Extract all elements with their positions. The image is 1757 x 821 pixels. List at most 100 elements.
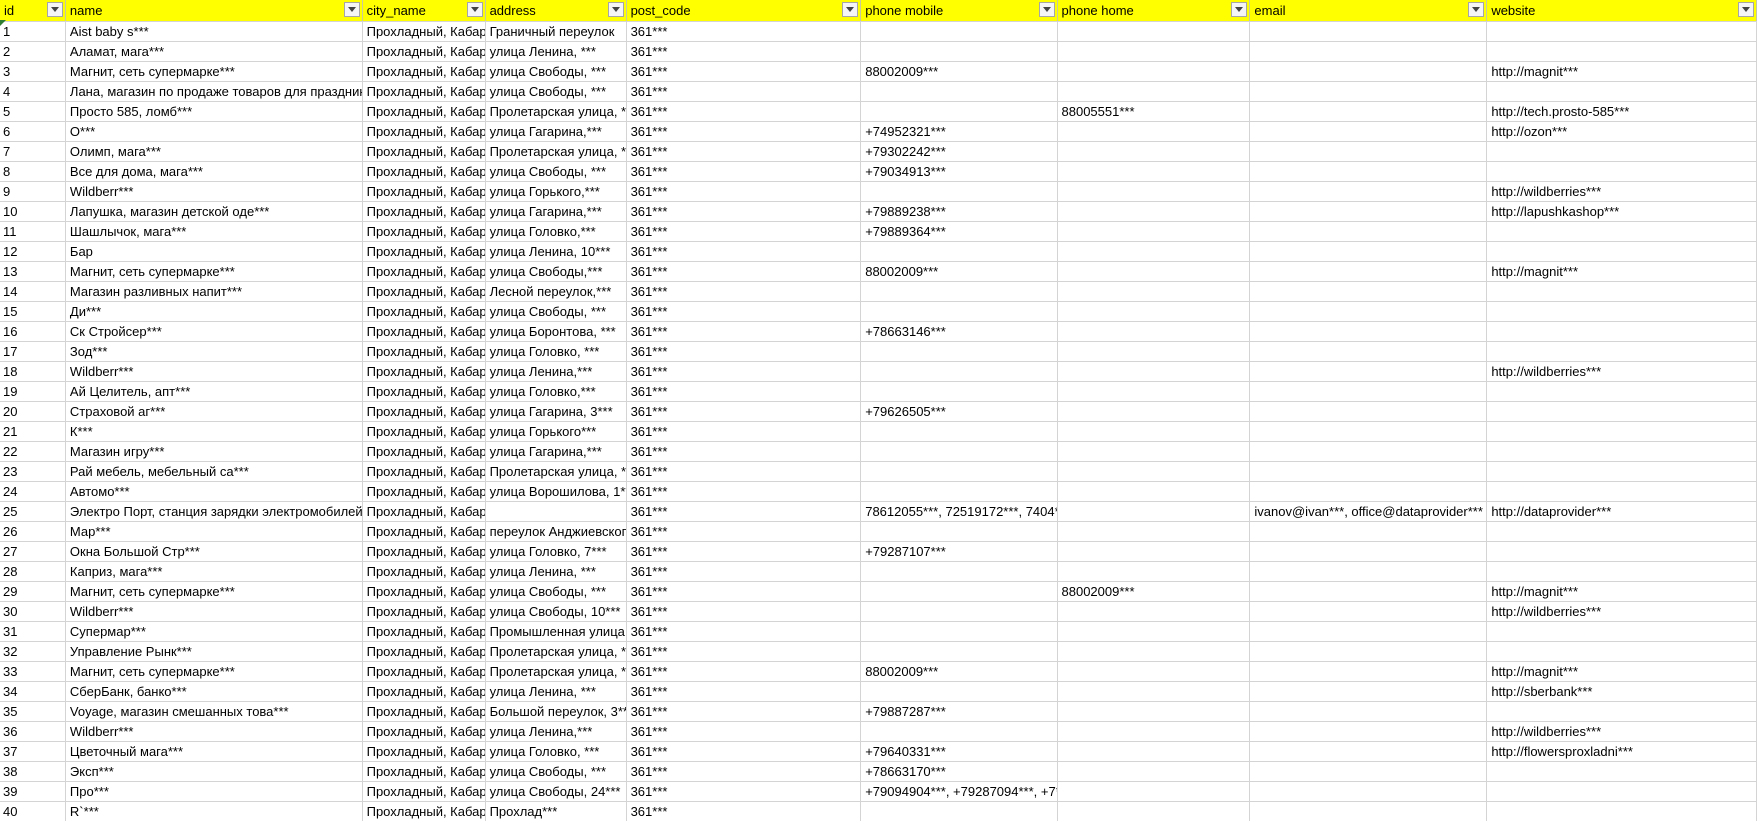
cell-phone-home[interactable] [1057, 401, 1251, 422]
cell-name[interactable]: Зод*** [65, 341, 363, 362]
cell-phone-home[interactable] [1057, 441, 1251, 462]
cell-id[interactable]: 34 [0, 681, 66, 702]
cell-phone-home[interactable] [1057, 781, 1251, 802]
cell-phone-mobile[interactable]: 88002009*** [860, 661, 1058, 682]
column-header-email[interactable]: email [1249, 0, 1488, 22]
cell-email[interactable] [1249, 201, 1488, 222]
cell-id[interactable]: 12 [0, 241, 66, 262]
cell-phone-mobile[interactable] [860, 421, 1058, 442]
cell-id[interactable]: 27 [0, 541, 66, 562]
cell-address[interactable]: улица Свободы, *** [485, 761, 627, 782]
cell-website[interactable] [1486, 21, 1757, 42]
cell-email[interactable] [1249, 561, 1488, 582]
cell-name[interactable]: Магнит, сеть супермарке*** [65, 581, 363, 602]
cell-id[interactable]: 9 [0, 181, 66, 202]
cell-post_code[interactable]: 361*** [626, 181, 862, 202]
cell-id[interactable]: 23 [0, 461, 66, 482]
cell-phone-mobile[interactable]: +79302242*** [860, 141, 1058, 162]
cell-website[interactable] [1486, 321, 1757, 342]
cell-id[interactable]: 11 [0, 221, 66, 242]
cell-name[interactable]: Бар [65, 241, 363, 262]
cell-website[interactable]: http://magnit*** [1486, 61, 1757, 82]
cell-id[interactable]: 21 [0, 421, 66, 442]
column-header-website[interactable]: website [1486, 0, 1757, 22]
cell-phone-home[interactable] [1057, 381, 1251, 402]
cell-website[interactable] [1486, 541, 1757, 562]
cell-name[interactable]: Просто 585, ломб*** [65, 101, 363, 122]
cell-website[interactable]: http://sberbank*** [1486, 681, 1757, 702]
cell-city_name[interactable]: Прохладный, Кабардино-Балкарская Республ… [362, 81, 486, 102]
cell-id[interactable]: 31 [0, 621, 66, 642]
cell-phone-mobile[interactable] [860, 441, 1058, 462]
cell-phone-home[interactable] [1057, 621, 1251, 642]
cell-address[interactable]: улица Ленина, *** [485, 561, 627, 582]
cell-website[interactable]: http://lapushkashop*** [1486, 201, 1757, 222]
cell-post_code[interactable]: 361*** [626, 361, 862, 382]
cell-email[interactable] [1249, 101, 1488, 122]
cell-id[interactable]: 1 [0, 21, 66, 42]
cell-email[interactable] [1249, 681, 1488, 702]
cell-phone-home[interactable] [1057, 81, 1251, 102]
cell-address[interactable]: улица Ленина,*** [485, 721, 627, 742]
cell-id[interactable]: 17 [0, 341, 66, 362]
cell-city_name[interactable]: Прохладный, Кабардино-Балкарская Республ… [362, 681, 486, 702]
cell-email[interactable] [1249, 481, 1488, 502]
cell-name[interactable]: К*** [65, 421, 363, 442]
cell-name[interactable]: Wildberr*** [65, 601, 363, 622]
cell-address[interactable] [485, 501, 627, 522]
cell-email[interactable] [1249, 121, 1488, 142]
cell-id[interactable]: 15 [0, 301, 66, 322]
cell-id[interactable]: 24 [0, 481, 66, 502]
cell-city_name[interactable]: Прохладный, Кабардино-Балкарская Республ… [362, 201, 486, 222]
cell-city_name[interactable]: Прохладный, Кабардино-Балкарская Республ… [362, 541, 486, 562]
cell-post_code[interactable]: 361*** [626, 81, 862, 102]
cell-website[interactable]: http://magnit*** [1486, 581, 1757, 602]
cell-city_name[interactable]: Прохладный, Кабардино-Балкарская Республ… [362, 181, 486, 202]
cell-city_name[interactable]: Прохладный, Кабардино-Балкарская Республ… [362, 421, 486, 442]
column-header-phone-mobile[interactable]: phone mobile [860, 0, 1058, 22]
cell-name[interactable]: Аламат, мага*** [65, 41, 363, 62]
cell-phone-mobile[interactable] [860, 641, 1058, 662]
cell-phone-mobile[interactable] [860, 81, 1058, 102]
cell-city_name[interactable]: Прохладный, Кабардино-Балкарская Республ… [362, 261, 486, 282]
cell-address[interactable]: улица Гагарина, 3*** [485, 401, 627, 422]
cell-email[interactable] [1249, 321, 1488, 342]
cell-phone-mobile[interactable] [860, 681, 1058, 702]
cell-name[interactable]: Эксп*** [65, 761, 363, 782]
cell-id[interactable]: 7 [0, 141, 66, 162]
column-header-phone-home[interactable]: phone home [1057, 0, 1251, 22]
cell-phone-mobile[interactable]: +79094904***, +79287094***, +7*** [860, 781, 1058, 802]
cell-name[interactable]: Wildberr*** [65, 361, 363, 382]
cell-city_name[interactable]: Прохладный, Кабардино-Балкарская Республ… [362, 101, 486, 122]
cell-name[interactable]: Управление Рынк*** [65, 641, 363, 662]
cell-id[interactable]: 6 [0, 121, 66, 142]
cell-id[interactable]: 3 [0, 61, 66, 82]
cell-phone-home[interactable] [1057, 261, 1251, 282]
cell-email[interactable] [1249, 621, 1488, 642]
cell-email[interactable] [1249, 181, 1488, 202]
cell-address[interactable]: улица Свободы, *** [485, 581, 627, 602]
cell-phone-home[interactable]: 88002009*** [1057, 581, 1251, 602]
cell-city_name[interactable]: Прохладный, Кабардино-Балкарская Республ… [362, 661, 486, 682]
cell-phone-home[interactable] [1057, 801, 1251, 821]
cell-post_code[interactable]: 361*** [626, 581, 862, 602]
cell-post_code[interactable]: 361*** [626, 801, 862, 821]
cell-post_code[interactable]: 361*** [626, 641, 862, 662]
cell-website[interactable]: http://wildberries*** [1486, 601, 1757, 622]
cell-post_code[interactable]: 361*** [626, 281, 862, 302]
cell-phone-home[interactable] [1057, 641, 1251, 662]
filter-dropdown-icon[interactable] [1738, 2, 1754, 17]
filter-dropdown-icon[interactable] [607, 2, 624, 17]
cell-email[interactable] [1249, 41, 1488, 62]
filter-dropdown-icon[interactable] [1231, 2, 1248, 17]
cell-id[interactable]: 5 [0, 101, 66, 122]
cell-city_name[interactable]: Прохладный, Кабардино-Балкарская Республ… [362, 221, 486, 242]
cell-name[interactable]: Страховой аг*** [65, 401, 363, 422]
cell-post_code[interactable]: 361*** [626, 241, 862, 262]
cell-address[interactable]: улица Головко, *** [485, 741, 627, 762]
cell-address[interactable]: Пролетарская улица, *** [485, 141, 627, 162]
cell-address[interactable]: улица Головко,*** [485, 221, 627, 242]
column-header-name[interactable]: name [65, 0, 363, 22]
cell-phone-mobile[interactable] [860, 381, 1058, 402]
cell-post_code[interactable]: 361*** [626, 421, 862, 442]
